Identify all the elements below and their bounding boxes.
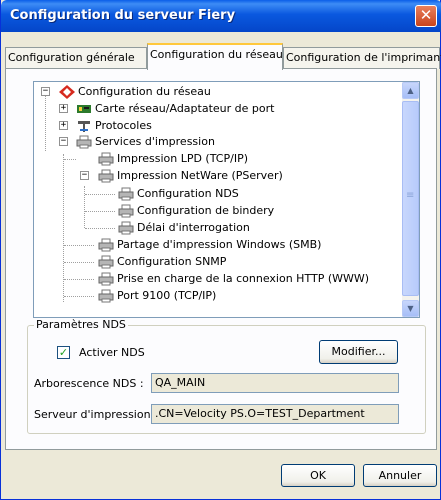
printer-icon — [98, 169, 114, 183]
tree-item-label: Impression LPD (TCP/IP) — [117, 152, 248, 165]
tree-connector — [64, 262, 94, 263]
nds-group-title: Paramètres NDS — [34, 318, 128, 331]
enable-nds-checkbox[interactable]: ✓ — [57, 346, 70, 359]
collapse-icon[interactable]: − — [59, 137, 68, 146]
tree-item-polling[interactable]: Délai d'interrogation — [118, 220, 250, 236]
tree-scrollbar[interactable]: ▲ ≡ ▼ — [402, 82, 419, 317]
tree-item-bindery[interactable]: Configuration de bindery — [118, 203, 274, 219]
tree-connector — [64, 245, 94, 246]
grip-icon: ≡ — [406, 190, 415, 201]
tree-item-row: Protocoles — [76, 118, 152, 134]
tree-connector — [85, 228, 115, 229]
tab-strip: Configuration générale Configuration du … — [5, 43, 441, 70]
close-button[interactable]: ✕ — [415, 5, 437, 27]
modify-button[interactable]: Modifier... — [319, 340, 398, 364]
ok-button[interactable]: OK — [281, 464, 355, 487]
collapse-icon[interactable]: − — [41, 87, 50, 96]
tree-item-lpd[interactable]: Impression LPD (TCP/IP) — [98, 151, 248, 167]
scroll-thumb[interactable]: ≡ — [402, 101, 419, 296]
print-server-label: Serveur d'impression : — [34, 408, 158, 421]
collapse-icon[interactable]: − — [80, 171, 89, 180]
nds-tree-field[interactable]: QA_MAIN — [151, 373, 399, 393]
tree-item-label: Prise en charge de la connexion HTTP (WW… — [117, 272, 370, 285]
tab-network[interactable]: Configuration du réseau — [147, 43, 283, 70]
tree-item-row: Carte réseau/Adaptateur de port — [76, 101, 274, 117]
tree-item-port9100[interactable]: Port 9100 (TCP/IP) — [98, 288, 216, 304]
print-server-field[interactable]: .CN=Velocity PS.O=TEST_Department — [151, 404, 399, 424]
tree-item-label: Protocoles — [95, 119, 152, 132]
tab-printer[interactable]: Configuration de l'imprimante — [283, 47, 441, 69]
tab-general[interactable]: Configuration générale — [5, 47, 147, 69]
printer-icon — [118, 221, 134, 235]
tree-item-row: Configuration du réseau — [59, 84, 211, 100]
chevron-down-icon: ▼ — [407, 304, 414, 313]
tree-item-label: Port 9100 (TCP/IP) — [117, 289, 217, 302]
tree-item-label: Carte réseau/Adaptateur de port — [95, 102, 275, 115]
printer-icon — [98, 255, 114, 269]
chevron-up-icon: ▲ — [407, 86, 414, 95]
network-root-icon — [59, 85, 75, 99]
title-bar[interactable]: Configuration du serveur Fiery ✕ — [1, 0, 441, 32]
tree-item-http[interactable]: Prise en charge de la connexion HTTP (WW… — [98, 271, 369, 287]
printer-icon — [98, 272, 114, 286]
cancel-button[interactable]: Annuler — [363, 464, 437, 487]
tree-item-label: Configuration NDS — [137, 187, 239, 200]
tree-item-label: Délai d'interrogation — [137, 221, 250, 234]
protocol-icon — [78, 121, 90, 132]
tree-item-row: Impression NetWare (PServer) — [98, 168, 283, 184]
tree-item-snmp[interactable]: Configuration SNMP — [98, 254, 226, 270]
tree-item-row: Services d'impression — [76, 134, 215, 150]
tree-connector — [45, 93, 46, 151]
network-card-icon — [77, 105, 91, 113]
scroll-up-button[interactable]: ▲ — [402, 82, 419, 99]
tree-item-label: Partage d'impression Windows (SMB) — [117, 238, 322, 251]
tree-connector — [85, 194, 115, 195]
tree-item-label: Configuration du réseau — [78, 85, 211, 98]
printer-icon — [118, 187, 134, 201]
tree-item-nds[interactable]: Configuration NDS — [118, 186, 239, 202]
tree-item-label: Services d'impression — [95, 135, 215, 148]
tree-connector — [64, 279, 94, 280]
tree-item-smb[interactable]: Partage d'impression Windows (SMB) — [98, 237, 321, 253]
tree-connector — [64, 159, 76, 160]
tree-connector — [85, 211, 115, 212]
dialog-window: Configuration du serveur Fiery ✕ Configu… — [0, 0, 441, 500]
expand-icon[interactable]: + — [59, 121, 68, 130]
tree-item-label: Configuration SNMP — [117, 255, 227, 268]
printer-icon — [98, 152, 114, 166]
tree-item-label: Impression NetWare (PServer) — [117, 169, 283, 182]
printer-icon — [98, 238, 114, 252]
printer-icon — [76, 135, 92, 149]
window-title: Configuration du serveur Fiery — [10, 8, 236, 23]
tree-connector — [64, 296, 94, 297]
printer-icon — [98, 289, 114, 303]
nds-tree-label: Arborescence NDS : — [34, 377, 144, 390]
scroll-down-button[interactable]: ▼ — [402, 300, 419, 317]
enable-nds-label[interactable]: Activer NDS — [79, 346, 145, 359]
expand-icon[interactable]: + — [59, 104, 68, 113]
close-icon: ✕ — [419, 6, 433, 24]
tree-connector — [84, 186, 85, 228]
printer-icon — [118, 204, 134, 218]
network-tree[interactable]: − Configuration du réseau + Carte réseau… — [33, 81, 420, 318]
tree-item-label: Configuration de bindery — [137, 204, 275, 217]
check-icon: ✓ — [58, 346, 69, 359]
